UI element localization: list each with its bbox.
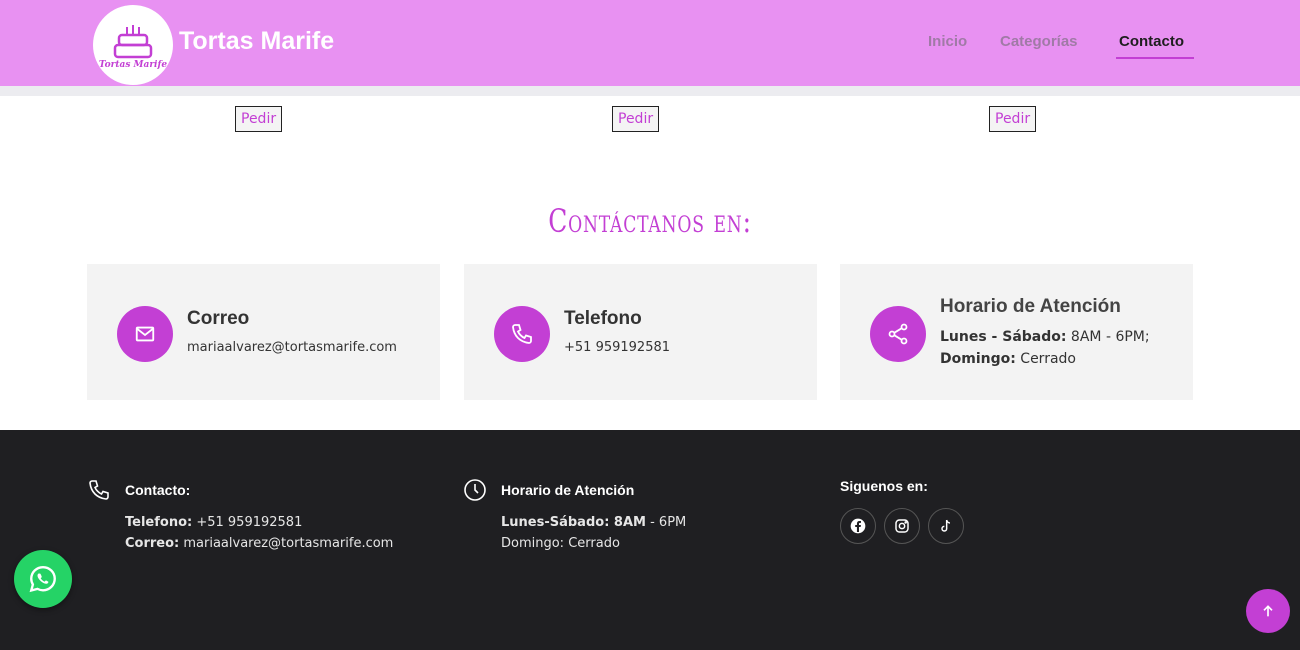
facebook-icon[interactable] <box>840 508 876 544</box>
footer-email-value: mariaalvarez@tortasmarife.com <box>179 536 394 551</box>
footer-contact: Contacto: Telefono: +51 959192581 Correo… <box>87 478 393 554</box>
site-header: Tortas Marife Tortas Marife Inicio Categ… <box>0 0 1300 86</box>
nav-link-contacto[interactable]: Contacto <box>1119 33 1184 50</box>
header-divider <box>0 86 1300 96</box>
tiktok-icon[interactable] <box>928 508 964 544</box>
order-button[interactable]: Pedir <box>612 106 660 132</box>
contact-card-title: Telefono <box>564 308 642 329</box>
footer-weekday-value: - 6PM <box>645 515 687 530</box>
clock-icon <box>464 479 486 501</box>
footer-social: Siguenos en: <box>840 478 972 544</box>
sunday-hours-value: Cerrado <box>1015 351 1076 367</box>
footer-weekday-label: Lunes-Sábado: 8AM <box>501 515 646 530</box>
contact-phone-text: +51 959192581 <box>564 340 671 355</box>
footer-hours-title: Horario de Atención <box>501 482 635 498</box>
main-nav: Inicio Categorías Contacto <box>0 0 1300 86</box>
footer-phone-value: +51 959192581 <box>192 515 303 530</box>
footer-social-title: Siguenos en: <box>840 478 928 494</box>
nav-link-categorias[interactable]: Categorías <box>1000 33 1078 50</box>
arrow-up-icon <box>1263 605 1273 617</box>
order-button[interactable]: Pedir <box>235 106 283 132</box>
envelope-icon <box>117 306 173 362</box>
footer-sunday-hours: Domingo: Cerrado <box>501 536 620 551</box>
contact-card-phone: Telefono +51 959192581 <box>464 264 817 400</box>
order-button[interactable]: Pedir <box>989 106 1037 132</box>
footer-contact-title: Contacto: <box>125 482 191 498</box>
contact-card-title: Correo <box>187 308 250 329</box>
phone-icon <box>494 306 550 362</box>
page: Tortas Marife Tortas Marife Inicio Categ… <box>0 0 1300 650</box>
whatsapp-icon <box>29 565 56 593</box>
whatsapp-button[interactable] <box>14 550 72 608</box>
contact-card-email: Correo mariaalvarez@tortasmarife.com <box>87 264 440 400</box>
active-nav-indicator <box>1116 57 1194 59</box>
nav-link-inicio[interactable]: Inicio <box>928 33 967 50</box>
contact-card-title: Horario de Atención <box>940 296 1121 317</box>
scroll-to-top-button[interactable] <box>1246 589 1290 633</box>
footer-email-label: Correo: <box>125 536 180 551</box>
sunday-hours-label: Domingo: <box>940 351 1016 367</box>
footer-phone-label: Telefono: <box>125 515 193 530</box>
contact-hours-text: Lunes - Sábado: 8AM - 6PM; Domingo: Cerr… <box>940 326 1180 370</box>
contact-card-hours: Horario de Atención Lunes - Sábado: 8AM … <box>840 264 1193 400</box>
social-links <box>840 508 972 544</box>
site-footer: Contacto: Telefono: +51 959192581 Correo… <box>0 430 1300 650</box>
contact-section-title: Contáctanos en: <box>548 202 752 240</box>
footer-hours: Horario de Atención Lunes-Sábado: 8AM - … <box>463 478 686 554</box>
weekday-hours-value: 8AM - 6PM; <box>1066 329 1150 345</box>
share-icon <box>870 306 926 362</box>
instagram-icon[interactable] <box>884 508 920 544</box>
weekday-hours-label: Lunes - Sábado: <box>940 329 1067 345</box>
phone-icon <box>89 480 109 500</box>
contact-email-text: mariaalvarez@tortasmarife.com <box>187 340 397 355</box>
